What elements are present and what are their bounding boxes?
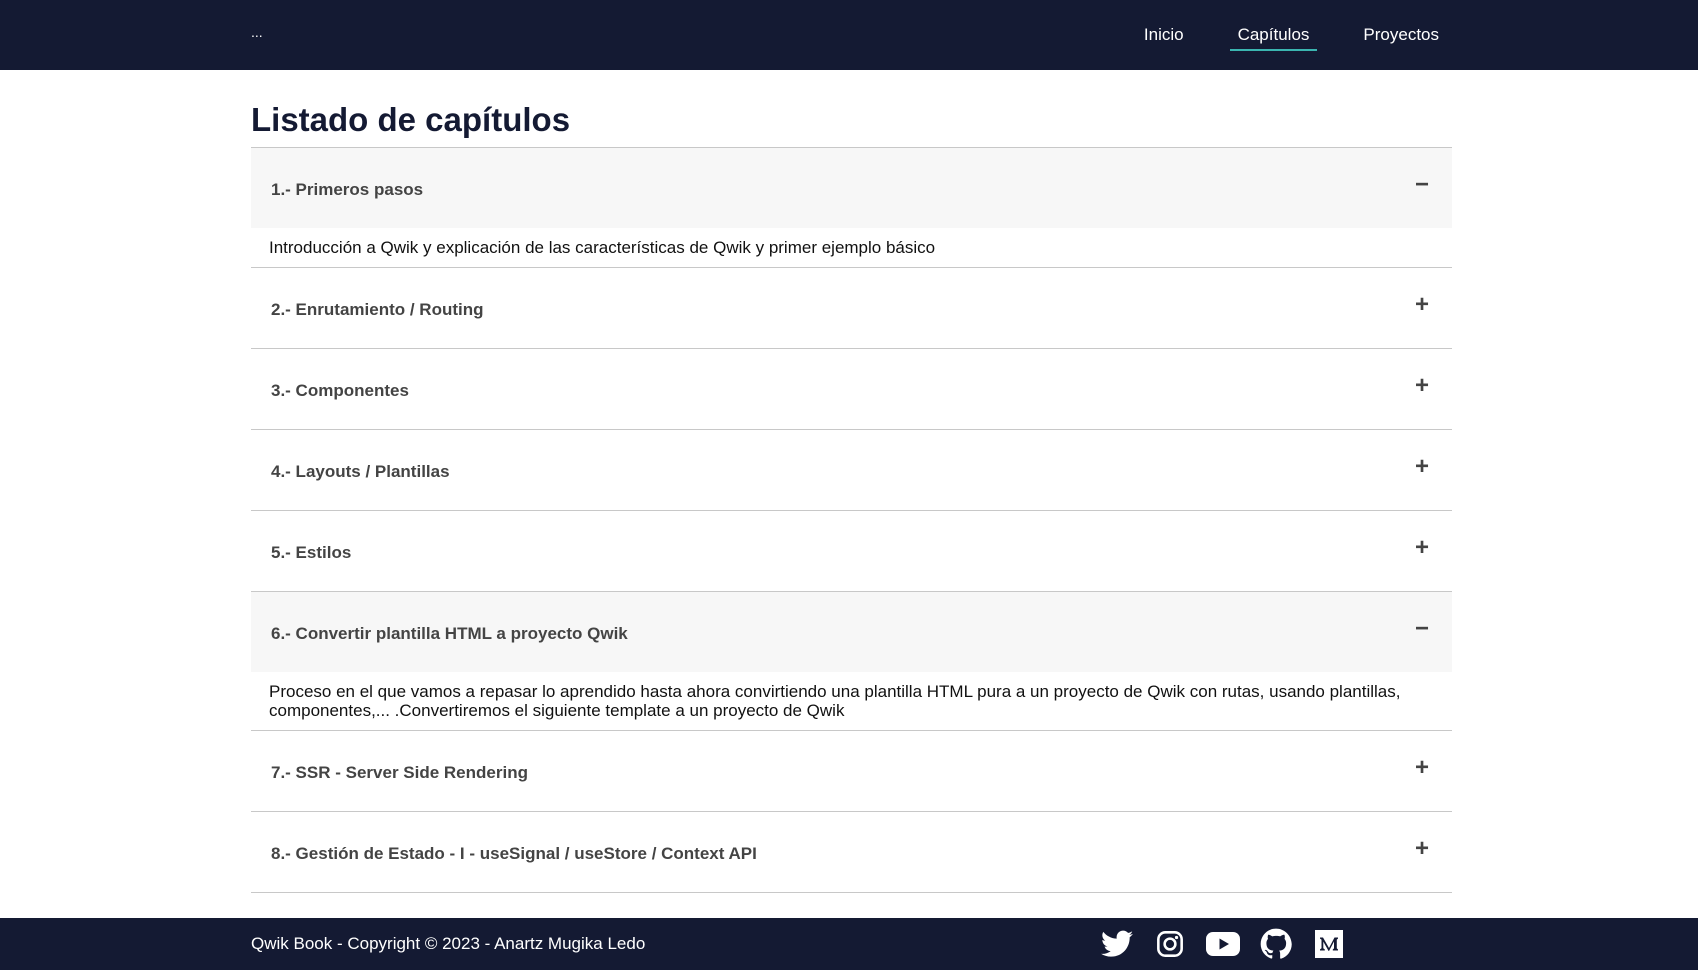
chapter-item-3: 3.- Componentes + (251, 349, 1452, 430)
chapter-header-8[interactable]: 8.- Gestión de Estado - I - useSignal / … (251, 812, 1452, 892)
chapter-description: Proceso en el que vamos a repasar lo apr… (269, 682, 1401, 720)
plus-icon[interactable]: + (1412, 293, 1432, 317)
chapter-title: 4.- Layouts / Plantillas (271, 462, 450, 481)
plus-icon[interactable]: + (1412, 455, 1432, 479)
copyright-text: Qwik Book - Copyright © 2023 - Anartz Mu… (251, 934, 646, 953)
chapter-title: 3.- Componentes (271, 381, 409, 400)
chapter-header-1[interactable]: 1.- Primeros pasos − (251, 148, 1452, 228)
youtube-icon[interactable] (1206, 928, 1240, 960)
chapter-header-5[interactable]: 5.- Estilos + (251, 511, 1452, 591)
nav-links: Inicio Capítulos Proyectos (1098, 0, 1447, 70)
chapter-header-2[interactable]: 2.- Enrutamiento / Routing + (251, 268, 1452, 348)
nav-link-proyectos[interactable]: Proyectos (1355, 15, 1447, 55)
medium-icon[interactable] (1312, 928, 1346, 960)
main-content: Listado de capítulos 1.- Primeros pasos … (251, 70, 1452, 893)
chapter-title: 6.- Convertir plantilla HTML a proyecto … (271, 624, 628, 643)
chapter-item-5: 5.- Estilos + (251, 511, 1452, 592)
chapter-title: 7.- SSR - Server Side Rendering (271, 763, 528, 782)
page-footer: Qwik Book - Copyright © 2023 - Anartz Mu… (0, 918, 1698, 970)
page-title: Listado de capítulos (251, 100, 1452, 148)
twitter-icon[interactable] (1100, 928, 1134, 960)
plus-icon[interactable]: + (1412, 374, 1432, 398)
chapter-title: 8.- Gestión de Estado - I - useSignal / … (271, 844, 757, 863)
chapter-header-3[interactable]: 3.- Componentes + (251, 349, 1452, 429)
github-icon[interactable] (1259, 928, 1293, 960)
chapter-item-7: 7.- SSR - Server Side Rendering + (251, 731, 1452, 812)
nav-link-inicio[interactable]: Inicio (1136, 15, 1192, 55)
nav-link-capitulos[interactable]: Capítulos (1229, 15, 1318, 55)
minus-icon[interactable]: − (1412, 173, 1432, 197)
plus-icon[interactable]: + (1412, 756, 1432, 780)
instagram-icon[interactable] (1153, 928, 1187, 960)
plus-icon[interactable]: + (1412, 536, 1432, 560)
chapter-title: 5.- Estilos (271, 543, 352, 562)
chapter-header-6[interactable]: 6.- Convertir plantilla HTML a proyecto … (251, 592, 1452, 672)
chapter-header-4[interactable]: 4.- Layouts / Plantillas + (251, 430, 1452, 510)
chapter-item-1: 1.- Primeros pasos − Introducción a Qwik… (251, 148, 1452, 268)
chapter-item-8: 8.- Gestión de Estado - I - useSignal / … (251, 812, 1452, 893)
minus-icon[interactable]: − (1412, 617, 1432, 641)
top-navbar: ... Inicio Capítulos Proyectos (0, 0, 1698, 70)
chapter-title: 2.- Enrutamiento / Routing (271, 300, 484, 319)
chapter-title: 1.- Primeros pasos (271, 180, 424, 199)
plus-icon[interactable]: + (1412, 837, 1432, 861)
chapter-item-6: 6.- Convertir plantilla HTML a proyecto … (251, 592, 1452, 731)
chapter-item-4: 4.- Layouts / Plantillas + (251, 430, 1452, 511)
social-links (1100, 928, 1365, 960)
chapter-item-2: 2.- Enrutamiento / Routing + (251, 268, 1452, 349)
chapters-accordion: 1.- Primeros pasos − Introducción a Qwik… (251, 148, 1452, 893)
brand-text[interactable]: ... (251, 24, 263, 40)
chapter-description: Introducción a Qwik y explicación de las… (269, 238, 936, 257)
chapter-header-7[interactable]: 7.- SSR - Server Side Rendering + (251, 731, 1452, 811)
